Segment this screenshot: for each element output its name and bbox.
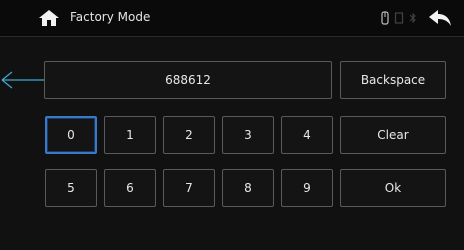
key-9-button[interactable]: 9 <box>281 169 333 207</box>
clear-button[interactable]: Clear <box>340 116 446 154</box>
backspace-label: Backspace <box>360 73 426 87</box>
ok-button[interactable]: Ok <box>340 169 446 207</box>
key-7-button[interactable]: 7 <box>163 169 215 207</box>
clear-label: Clear <box>377 128 409 142</box>
code-display[interactable]: 688612 <box>44 61 332 99</box>
key-label: 5 <box>67 181 75 195</box>
key-2-button[interactable]: 2 <box>163 116 215 154</box>
annotation-arrow <box>1 71 168 89</box>
key-label: 8 <box>244 181 252 195</box>
key-label: 4 <box>303 128 311 142</box>
bluetooth-icon <box>409 10 417 29</box>
key-4-button[interactable]: 4 <box>281 116 333 154</box>
ok-label: Ok <box>384 181 402 195</box>
backspace-button[interactable]: Backspace <box>340 61 446 99</box>
key-label: 6 <box>126 181 134 195</box>
key-3-button[interactable]: 3 <box>222 116 274 154</box>
key-6-button[interactable]: 6 <box>104 169 156 207</box>
key-label: 3 <box>244 128 252 142</box>
key-label: 2 <box>185 128 193 142</box>
key-label: 1 <box>126 128 134 142</box>
back-arrow-icon[interactable] <box>428 9 452 27</box>
key-label: 0 <box>67 128 75 142</box>
usb-icon <box>380 10 390 29</box>
key-1-button[interactable]: 1 <box>104 116 156 154</box>
key-5-button[interactable]: 5 <box>45 169 97 207</box>
key-8-button[interactable]: 8 <box>222 169 274 207</box>
code-value: 688612 <box>165 73 211 87</box>
key-label: 7 <box>185 181 193 195</box>
key-label: 9 <box>303 181 311 195</box>
storage-icon <box>394 10 404 29</box>
key-0-button[interactable]: 0 <box>45 116 97 154</box>
